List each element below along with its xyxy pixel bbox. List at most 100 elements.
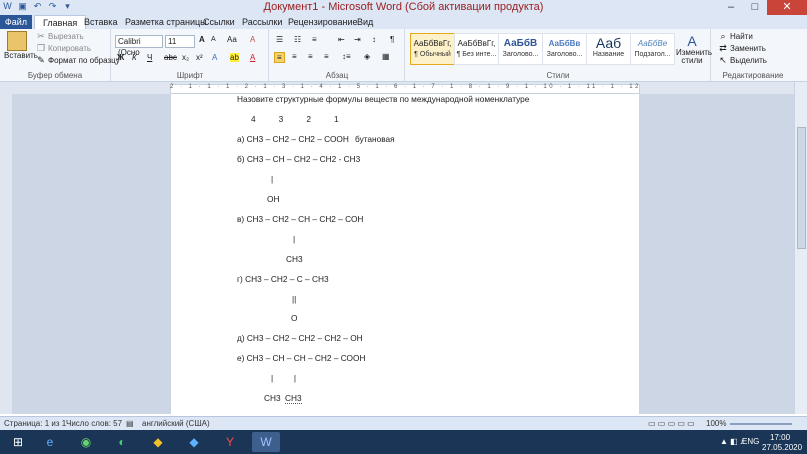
style-sample: АаБбВе	[637, 39, 668, 48]
maximize-button[interactable]: □	[743, 0, 767, 15]
clipboard-group: Вставить ✂ Вырезать ❐ Копировать ✎ Формат п…	[0, 29, 120, 81]
doc-bonds-e: | |	[271, 373, 297, 383]
yandex-icon[interactable]: Y	[216, 432, 244, 452]
clock-time[interactable]: 17:00	[770, 433, 790, 442]
style-name: ¶ Обычный	[414, 51, 451, 58]
decrease-indent-icon[interactable]: ⇤	[338, 35, 345, 44]
find-button[interactable]: ⌕ Найти	[718, 31, 752, 42]
text-effects-button[interactable]: A	[212, 53, 217, 62]
chrome-icon[interactable]: ◆	[144, 432, 172, 452]
doc-oxygen: О	[291, 313, 298, 323]
spellcheck-icon[interactable]: ▤	[126, 417, 134, 431]
view-buttons[interactable]: ▭ ▭ ▭ ▭ ▭	[648, 417, 695, 431]
pilcrow-icon[interactable]: ¶	[390, 35, 394, 44]
style-sample: АаБбВвГг,	[457, 39, 496, 48]
cut-button[interactable]: ✂ Вырезать	[36, 32, 83, 41]
font-group: Calibri (Осно 11 A A Aa A Ж К Ч abc x₂ x…	[112, 29, 269, 81]
zoom-level[interactable]: 100%	[706, 417, 726, 431]
font-name-select[interactable]: Calibri (Осно	[115, 35, 163, 57]
zoom-slider[interactable]	[730, 423, 792, 425]
sort-icon[interactable]: ↕	[372, 35, 376, 44]
editing-group-label: Редактирование	[722, 71, 784, 80]
status-bar: Страница: 1 из 1 Число слов: 57 ▤ англий…	[0, 416, 807, 431]
italic-button[interactable]: К	[132, 53, 137, 62]
subscript-button[interactable]: x₂	[182, 53, 189, 62]
doc-bond-b: |	[271, 174, 274, 184]
numbering-icon[interactable]: ☷	[294, 35, 301, 44]
minimize-button[interactable]: –	[719, 0, 743, 15]
status-language[interactable]: английский (США)	[142, 417, 210, 431]
vertical-ruler	[0, 94, 12, 414]
copy-icon: ❐	[36, 43, 46, 54]
doc-ch3-e1: СН3	[264, 393, 281, 403]
doc-line-a-name: бутановая	[355, 134, 395, 144]
justify-icon[interactable]: ≡	[324, 52, 329, 61]
paste-button[interactable]: Вставить	[4, 31, 38, 60]
copy-button[interactable]: ❐ Копировать	[36, 44, 91, 53]
whatsapp-icon[interactable]: ◐	[108, 432, 136, 452]
status-page[interactable]: Страница: 1 из 1	[4, 417, 66, 431]
copy-label: Копировать	[48, 44, 92, 53]
multilevel-list-icon[interactable]: ≡	[312, 35, 317, 44]
tab-mailings[interactable]: Рассылки	[242, 15, 282, 29]
ie-icon[interactable]: e	[36, 432, 64, 452]
tab-page-layout[interactable]: Разметка страницы	[125, 15, 207, 29]
change-styles-label: Изменить стили	[676, 48, 713, 65]
clear-format-button[interactable]: A	[250, 35, 255, 44]
style-title[interactable]: Ааб Название	[586, 33, 631, 65]
font-color-button[interactable]: A	[250, 53, 255, 62]
doc-oh: ОН	[267, 194, 280, 204]
strikethrough-button[interactable]: abc	[164, 53, 177, 62]
tray-icons[interactable]: ▲ ◧ ♪	[720, 437, 744, 446]
document-page[interactable]: Назовите структурные формулы веществ по …	[171, 94, 639, 414]
tab-view[interactable]: Вид	[357, 15, 373, 29]
style-name: Заголово...	[546, 51, 583, 58]
close-button[interactable]: ✕	[767, 0, 807, 15]
app-icon[interactable]: ◆	[180, 432, 208, 452]
align-right-icon[interactable]: ≡	[308, 52, 313, 61]
tab-references[interactable]: Ссылки	[203, 15, 235, 29]
superscript-button[interactable]: x²	[196, 53, 203, 62]
clock-date[interactable]: 27.05.2020	[762, 443, 802, 452]
highlight-button[interactable]: ab	[230, 53, 239, 62]
binoculars-icon: ⌕	[720, 31, 726, 42]
word-taskbar-icon[interactable]: W	[252, 432, 280, 452]
format-painter-button[interactable]: ✎ Формат по образцу	[36, 56, 120, 65]
tab-review[interactable]: Рецензирование	[288, 15, 358, 29]
change-case-button[interactable]: Aa	[227, 35, 237, 44]
style-normal[interactable]: АаБбВвГг, ¶ Обычный	[410, 33, 455, 65]
borders-icon[interactable]: ▦	[382, 52, 390, 61]
status-words[interactable]: Число слов: 57	[66, 417, 122, 431]
style-heading-1[interactable]: АаБбВ Заголово...	[498, 33, 543, 65]
language-indicator[interactable]: ENG	[742, 437, 759, 446]
vertical-scrollbar[interactable]	[794, 82, 807, 414]
clipboard-group-label: Буфер обмена	[27, 71, 83, 80]
style-heading-2[interactable]: АаБбВв Заголово...	[542, 33, 587, 65]
style-subtitle[interactable]: АаБбВе Подзагол...	[630, 33, 675, 65]
tab-file[interactable]: Файл	[0, 15, 32, 29]
doc-line-v: в) СН3 – СН2 – СН – СН2 – СОН	[237, 214, 364, 224]
bold-button[interactable]: Ж	[117, 53, 124, 62]
line-spacing-icon[interactable]: ↕≡	[342, 52, 351, 61]
change-styles-button[interactable]: A Изменить стили	[676, 33, 712, 65]
tab-insert[interactable]: Вставка	[84, 15, 117, 29]
underline-button[interactable]: Ч	[147, 53, 152, 62]
font-size-select[interactable]: 11	[165, 35, 195, 48]
explorer-icon[interactable]: ◉	[72, 432, 100, 452]
align-center-icon[interactable]: ≡	[292, 52, 297, 61]
align-left-icon[interactable]: ≡	[274, 52, 285, 63]
scrollbar-thumb[interactable]	[797, 127, 806, 249]
increase-indent-icon[interactable]: ⇥	[354, 35, 361, 44]
grow-font-button[interactable]: A	[199, 35, 205, 44]
style-name: Подзагол...	[634, 51, 671, 58]
brush-icon: ✎	[37, 55, 45, 66]
shrink-font-button[interactable]: A	[211, 36, 216, 43]
doc-line-a: а) СН3 – СН2 – СН2 – СООН	[237, 134, 349, 144]
shading-icon[interactable]: ◈	[364, 52, 370, 61]
start-button[interactable]: ⊞	[4, 432, 32, 452]
style-no-spacing[interactable]: АаБбВвГг, ¶ Без инте...	[454, 33, 499, 65]
select-button[interactable]: ↖ Выделить	[718, 56, 767, 65]
tab-home[interactable]: Главная	[34, 15, 87, 29]
replace-button[interactable]: ⇄ Заменить	[718, 44, 766, 53]
bullets-icon[interactable]: ☰	[276, 35, 283, 44]
